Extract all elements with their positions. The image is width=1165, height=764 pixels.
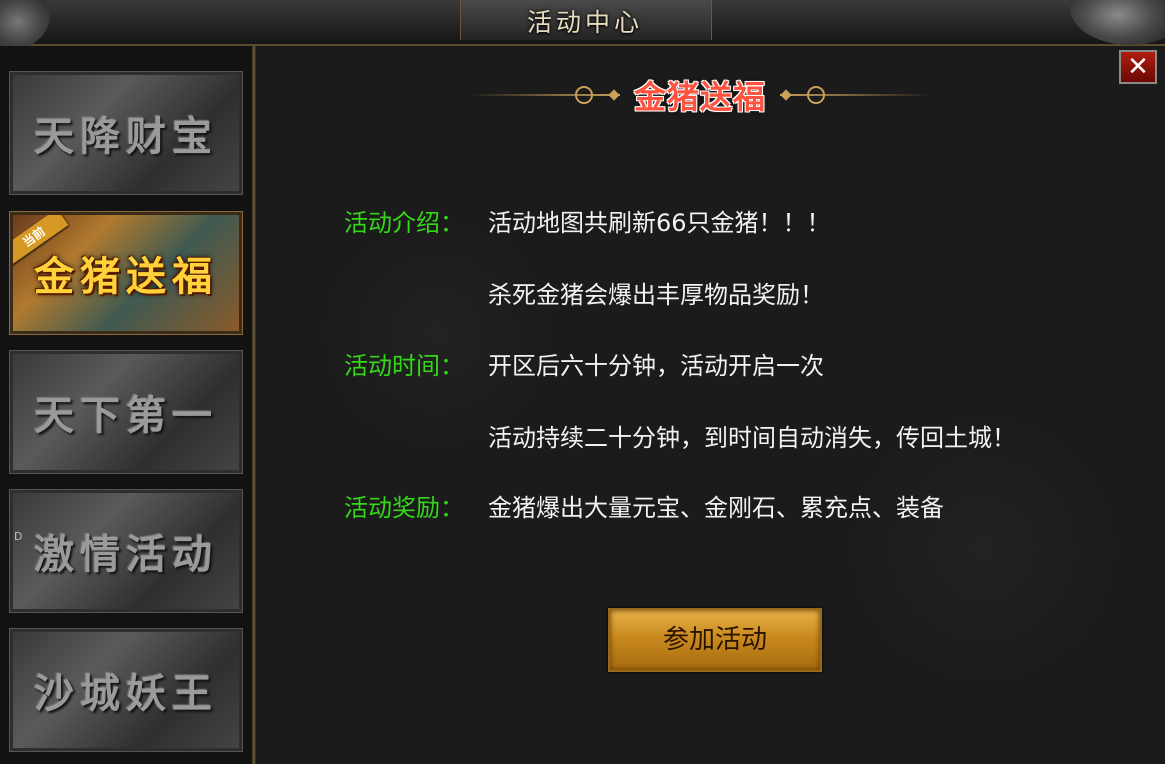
event-heading: 金猪送福 xyxy=(633,78,766,116)
close-button[interactable]: ✕ xyxy=(1119,50,1157,84)
ornament-line-left xyxy=(470,94,620,96)
sidebar-item-label: 天下第一 xyxy=(34,392,218,439)
reward-line-1: 金猪爆出大量元宝、金刚石、累充点、装备 xyxy=(488,494,944,522)
reward-label: 活动奖励： xyxy=(344,494,464,522)
heading-area: 金猪送福 xyxy=(470,70,930,120)
intro-line-2: 杀死金猪会爆出丰厚物品奖励！ xyxy=(488,281,824,309)
ornament-knot-left xyxy=(575,86,593,104)
sidebar-item-tianxia-diyi[interactable]: 天下第一 xyxy=(9,350,243,474)
sidebar-item-tianjiang-caibao[interactable]: 天降财宝 xyxy=(9,71,243,195)
close-icon: ✕ xyxy=(1127,52,1149,82)
dragon-ornament-right xyxy=(1070,0,1165,45)
sidebar-item-jiqing-huodong[interactable]: 激情活动 xyxy=(9,489,243,613)
intro-label: 活动介绍： xyxy=(344,209,464,237)
sidebar-item-label: 天降财宝 xyxy=(34,113,218,160)
title-bar: 活动中心 xyxy=(0,0,1165,50)
time-label: 活动时间： xyxy=(344,352,464,380)
time-line-1: 开区后六十分钟，活动开启一次 xyxy=(488,352,824,380)
sidebar-item-label: 金猪送福 xyxy=(34,253,218,300)
sidebar-item-label: 激情活动 xyxy=(34,531,218,578)
sidebar-item-jinzhu-songfu[interactable]: 当前 金猪送福 xyxy=(9,211,243,335)
ornament-dot-left xyxy=(608,89,620,101)
sidebar-item-shacheng-yaowang[interactable]: 沙城妖王 xyxy=(9,628,243,752)
sidebar-mark: D xyxy=(14,530,23,543)
window-title: 活动中心 xyxy=(526,8,643,37)
dragon-ornament-left xyxy=(0,0,50,50)
sidebar-item-label: 沙城妖王 xyxy=(34,670,218,717)
intro-line-1: 活动地图共刷新66只金猪！！！ xyxy=(488,209,831,237)
join-event-button[interactable]: 参加活动 xyxy=(608,608,822,672)
ornament-line-right xyxy=(780,94,930,96)
time-line-2: 活动持续二十分钟，到时间自动消失，传回土城！ xyxy=(488,424,1016,452)
